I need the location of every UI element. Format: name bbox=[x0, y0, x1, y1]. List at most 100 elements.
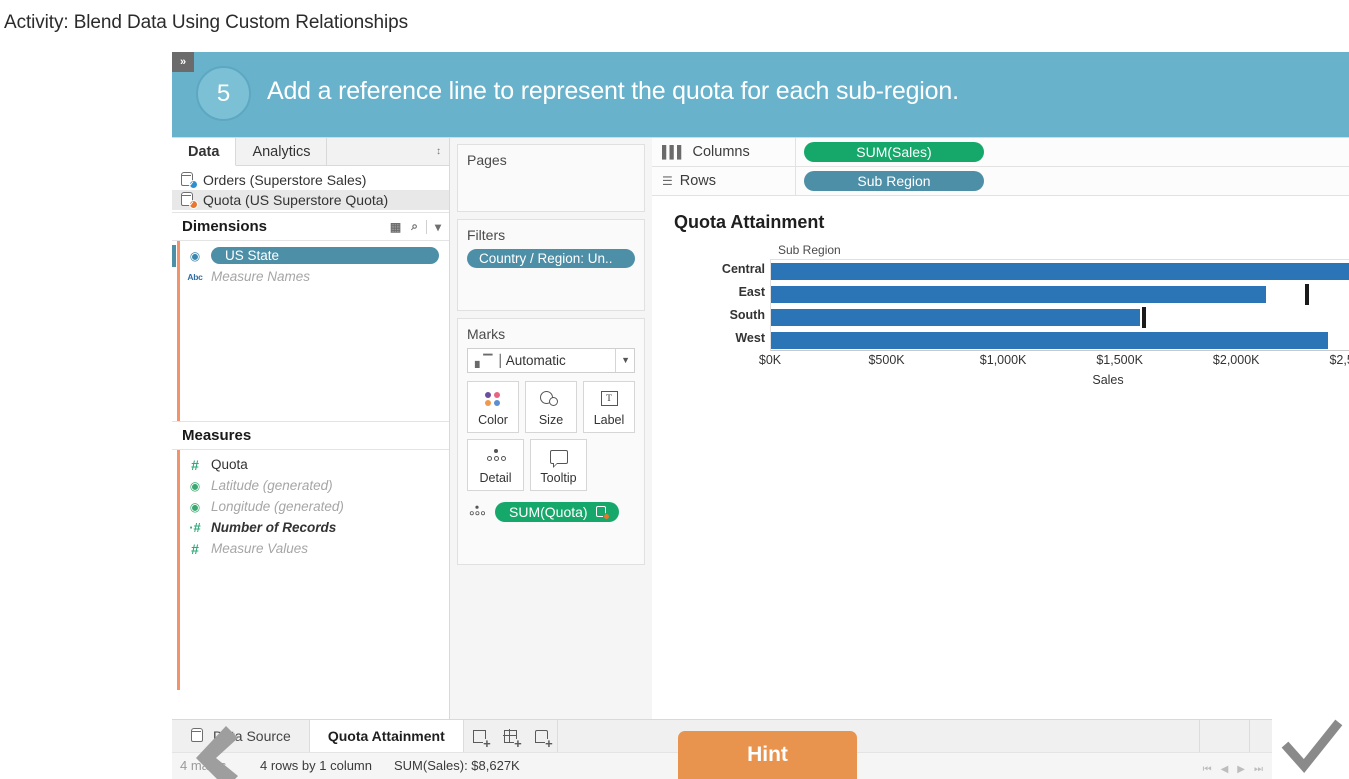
filter-pill-country-region[interactable]: Country / Region: Un.. bbox=[467, 249, 635, 268]
new-story-button[interactable]: + bbox=[526, 720, 557, 753]
tab-quota-attainment[interactable]: Quota Attainment bbox=[309, 720, 464, 752]
search-icon[interactable]: ⌕ bbox=[411, 219, 418, 234]
pages-card[interactable]: Pages bbox=[457, 144, 645, 212]
data-source-orders[interactable]: ✓ Orders (Superstore Sales) bbox=[172, 170, 449, 190]
pages-label: Pages bbox=[467, 152, 507, 168]
pagination-controls[interactable]: ⏮ ◀ ▶ ⏭ bbox=[1203, 764, 1263, 775]
bar-mark[interactable] bbox=[771, 286, 1267, 303]
database-icon: ✓ bbox=[180, 192, 198, 209]
bar-mark[interactable] bbox=[771, 332, 1329, 349]
globe-icon: ◉ bbox=[189, 499, 201, 514]
dimensions-field-list: ◉ US State ∞ Abc Measure Names bbox=[172, 241, 461, 421]
status-sum: SUM(Sales): $8,627K bbox=[394, 758, 520, 773]
rows-drop-zone[interactable]: Sub Region bbox=[796, 171, 1349, 191]
abc-icon: Abc bbox=[187, 271, 203, 282]
bar-row[interactable]: Central bbox=[722, 260, 1349, 283]
category-label: South bbox=[729, 308, 765, 322]
field-measure-names[interactable]: Abc Measure Names bbox=[172, 266, 449, 287]
tooltip-button[interactable]: Tooltip bbox=[530, 439, 587, 491]
next-page-icon[interactable]: ▶ bbox=[1237, 764, 1245, 775]
banner-collapse-icon[interactable]: » bbox=[172, 52, 194, 72]
field-label: Quota bbox=[211, 457, 248, 472]
visualization[interactable]: Quota Attainment Sub Region Central East S… bbox=[652, 198, 1349, 720]
color-dots-icon bbox=[485, 388, 501, 410]
bar-row[interactable]: East bbox=[739, 283, 1349, 306]
status-rows-cols: 4 rows by 1 column bbox=[260, 758, 372, 773]
reference-line[interactable] bbox=[1304, 284, 1309, 305]
bar-row[interactable]: South bbox=[730, 306, 1349, 329]
category-label: Central bbox=[721, 262, 765, 276]
size-button[interactable]: Size bbox=[525, 381, 577, 433]
chevron-down-icon[interactable]: ▾ bbox=[435, 220, 441, 234]
row-header-title: Sub Region bbox=[778, 243, 841, 257]
detail-button[interactable]: Detail bbox=[467, 439, 524, 491]
grid-icon[interactable]: ▦ bbox=[390, 220, 401, 234]
tooltip-button-label: Tooltip bbox=[540, 470, 577, 485]
category-label: East bbox=[738, 285, 765, 299]
rows-label-text: Rows bbox=[679, 173, 717, 189]
category-label: West bbox=[735, 331, 765, 345]
last-page-icon[interactable]: ⏭ bbox=[1254, 764, 1263, 775]
plot-area[interactable]: Central East South West bbox=[722, 259, 1349, 352]
data-source-list: ✓ Orders (Superstore Sales) ✓ Quota (US … bbox=[172, 166, 449, 213]
bar-mark[interactable] bbox=[771, 263, 1349, 280]
axis-tick-label: $1,500K bbox=[1096, 353, 1143, 367]
tab-analytics[interactable]: Analytics bbox=[236, 138, 328, 165]
new-sheet-buttons: + + + bbox=[464, 720, 558, 752]
marks-button-row-2: Detail Tooltip bbox=[467, 439, 635, 491]
sort-toggle-icon[interactable]: ↕ bbox=[436, 147, 441, 157]
field-label: Longitude (generated) bbox=[211, 499, 344, 514]
hint-button[interactable]: Hint bbox=[678, 731, 857, 779]
reference-line[interactable] bbox=[1141, 307, 1146, 328]
tabs-filler bbox=[558, 720, 1199, 752]
new-worksheet-button[interactable]: + bbox=[464, 720, 495, 753]
data-source-quota[interactable]: ✓ Quota (US Superstore Quota) bbox=[172, 190, 449, 210]
rows-shelf[interactable]: ☰ Rows Sub Region bbox=[652, 166, 1349, 196]
pane-tab-strip: Data Analytics ↕ bbox=[172, 138, 449, 166]
tabs-cell bbox=[1199, 720, 1249, 752]
pane-tab-filler: ↕ bbox=[327, 138, 449, 165]
prev-page-icon[interactable]: ◀ bbox=[1221, 764, 1229, 775]
measures-field-list: # Quota ◉ Latitude (generated) ◉ Longitu… bbox=[172, 450, 449, 690]
back-button[interactable] bbox=[186, 718, 242, 779]
field-longitude[interactable]: ◉ Longitude (generated) bbox=[172, 496, 449, 517]
mark-type-select[interactable]: ▖▔▕ Automatic ▼ bbox=[467, 348, 635, 373]
columns-shelf[interactable]: ▌▌▌ Columns SUM(Sales) bbox=[652, 137, 1349, 167]
pill-sum-sales[interactable]: SUM(Sales) bbox=[804, 142, 984, 162]
field-latitude[interactable]: ◉ Latitude (generated) bbox=[172, 475, 449, 496]
tab-label: Quota Attainment bbox=[327, 728, 445, 744]
rows-shelf-label: ☰ Rows bbox=[652, 166, 796, 196]
label-button-label: Label bbox=[593, 412, 625, 427]
calculated-number-icon: ·# bbox=[189, 520, 201, 535]
field-quota[interactable]: # Quota bbox=[172, 454, 449, 475]
marks-pill-label: SUM(Quota) bbox=[509, 504, 588, 520]
tooltip-bubble-icon bbox=[549, 446, 568, 468]
first-page-icon[interactable]: ⏮ bbox=[1203, 764, 1212, 775]
data-pane: Data Analytics ↕ ✓ Orders (Superstore Sa… bbox=[172, 138, 461, 720]
marks-pill-sum-quota[interactable]: SUM(Quota) bbox=[495, 502, 619, 522]
detail-dots-icon bbox=[486, 446, 506, 468]
axis-tick-label: $2,000K bbox=[1212, 353, 1260, 367]
bar-mark[interactable] bbox=[771, 309, 1141, 326]
check-button[interactable] bbox=[1272, 718, 1349, 779]
database-icon: ✓ bbox=[180, 172, 198, 189]
chart-title: Quota Attainment bbox=[674, 212, 825, 232]
new-dashboard-button[interactable]: + bbox=[495, 720, 526, 753]
database-icon bbox=[595, 505, 610, 520]
columns-icon: ▌▌▌ bbox=[662, 145, 685, 159]
bar-row[interactable]: West bbox=[735, 329, 1349, 352]
field-number-of-records[interactable]: ·# Number of Records bbox=[172, 517, 449, 538]
field-measure-values[interactable]: # Measure Values bbox=[172, 538, 449, 559]
columns-label-text: Columns bbox=[692, 144, 750, 160]
rows-icon: ☰ bbox=[662, 174, 673, 188]
step-number-badge: 5 bbox=[196, 66, 251, 121]
columns-drop-zone[interactable]: SUM(Sales) bbox=[796, 142, 1349, 162]
label-button[interactable]: T Label bbox=[583, 381, 635, 433]
tab-data[interactable]: Data bbox=[172, 138, 237, 166]
color-button[interactable]: Color bbox=[467, 381, 519, 433]
filters-card[interactable]: Filters Country / Region: Un.. bbox=[457, 219, 645, 311]
detail-dots-icon bbox=[467, 501, 487, 523]
field-us-state[interactable]: ◉ US State ∞ bbox=[172, 245, 461, 266]
chevron-down-icon[interactable]: ▼ bbox=[615, 349, 630, 372]
pill-sub-region[interactable]: Sub Region bbox=[804, 171, 984, 191]
